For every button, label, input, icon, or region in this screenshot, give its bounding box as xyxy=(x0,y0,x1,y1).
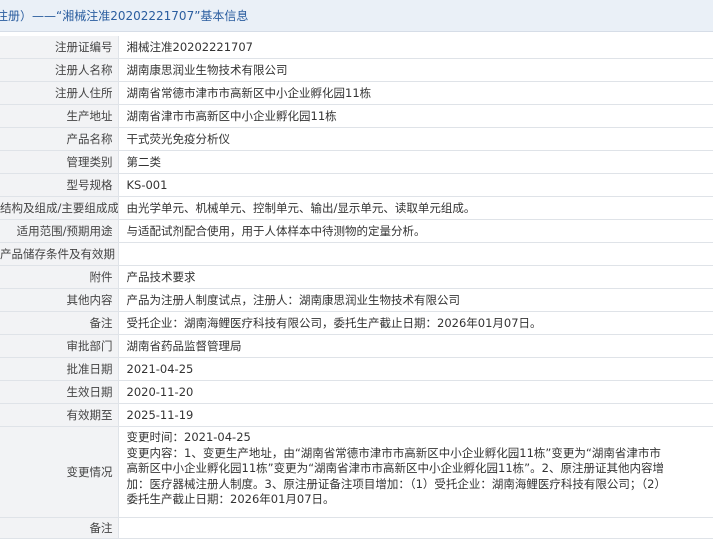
page-title: 注册）——“湘械注准20202221707”基本信息 xyxy=(0,9,249,23)
table-row: 注册人名称 湖南康思润业生物技术有限公司 xyxy=(0,58,713,82)
change-history-value: 变更时间：2021-04-25 变更内容：1、变更生产地址，由“湖南省常德市津市市… xyxy=(118,426,713,518)
row-value: 产品为注册人制度试点，注册人：湖南康思润业生物技术有限公司 xyxy=(118,288,713,312)
change-history-line: 变更内容：1、变更生产地址，由“湖南省常德市津市市高新区中小企业孵化园11栋”变… xyxy=(126,445,661,460)
table-row: 有效期至 2025-11-19 xyxy=(0,403,713,427)
row-value: 由光学单元、机械单元、控制单元、输出/显示单元、读取单元组成。 xyxy=(118,196,713,220)
table-row: 审批部门 湖南省药品监督管理局 xyxy=(0,334,713,358)
change-history-line: 加：医疗器械注册人制度。3、原注册证备注项目增加：（1）受托企业：湖南海鲤医疗科… xyxy=(126,476,666,491)
row-value: 第二类 xyxy=(118,150,713,174)
table-row: 备注 xyxy=(0,517,713,539)
row-label: 生产地址 xyxy=(0,104,119,128)
row-value: 干式荧光免疫分析仪 xyxy=(118,127,713,151)
row-value: 湖南康思润业生物技术有限公司 xyxy=(118,58,713,82)
table-row: 批准日期 2021-04-25 xyxy=(0,357,713,381)
table-row: 结构及组成/主要组成成分 由光学单元、机械单元、控制单元、输出/显示单元、读取单元… xyxy=(0,196,713,220)
registration-info-table: 注册证编号 湘械注准20202221707 注册人名称 湖南康思润业生物技术有限公司注… xyxy=(0,36,713,539)
change-history-line: 委托生产截止日期：2026年01月07日。 xyxy=(126,492,335,506)
table-row: 其他内容 产品为注册人制度试点，注册人：湖南康思润业生物技术有限公司 xyxy=(0,288,713,312)
table-row: 适用范围/预期用途 与适配试剂配合使用，用于人体样本中待测物的定量分析。 xyxy=(0,219,713,243)
row-label: 注册人名称 xyxy=(0,58,119,82)
row-label: 备注 xyxy=(0,311,119,335)
row-label: 产品储存条件及有效期 xyxy=(0,242,119,266)
row-value: 2025-11-19 xyxy=(118,403,713,427)
table-row: 产品储存条件及有效期 xyxy=(0,242,713,266)
row-value: 受托企业：湖南海鲤医疗科技有限公司，委托生产截止日期：2026年01月07日。 xyxy=(118,311,713,335)
row-label: 产品名称 xyxy=(0,127,119,151)
row-label: 注册证编号 xyxy=(0,36,119,59)
table-row: 型号规格 KS-001 xyxy=(0,173,713,197)
row-value xyxy=(118,517,713,539)
table-row: 备注 受托企业：湖南海鲤医疗科技有限公司，委托生产截止日期：2026年01月07日… xyxy=(0,311,713,335)
row-label: 附件 xyxy=(0,265,119,289)
row-value: 产品技术要求 xyxy=(118,265,713,289)
row-label: 注册人住所 xyxy=(0,81,119,105)
row-value: 湘械注准20202221707 xyxy=(118,36,713,59)
row-value: 2020-11-20 xyxy=(118,380,713,404)
change-history-row: 变更情况 变更时间：2021-04-25 变更内容：1、变更生产地址，由“湖南省常德… xyxy=(0,426,713,518)
row-label: 其他内容 xyxy=(0,288,119,312)
table-row: 注册人住所 湖南省常德市津市市高新区中小企业孵化园11栋 xyxy=(0,81,713,105)
row-value: 湖南省常德市津市市高新区中小企业孵化园11栋 xyxy=(118,81,713,105)
table-row: 产品名称 干式荧光免疫分析仪 xyxy=(0,127,713,151)
row-label: 备注 xyxy=(0,517,119,539)
row-label: 批准日期 xyxy=(0,357,119,381)
row-value xyxy=(118,242,713,266)
row-label: 生效日期 xyxy=(0,380,119,404)
row-label: 审批部门 xyxy=(0,334,119,358)
table-row: 生产地址 湖南省津市市高新区中小企业孵化园11栋 xyxy=(0,104,713,128)
row-value: KS-001 xyxy=(118,173,713,197)
change-history-line: 变更时间：2021-04-25 xyxy=(126,430,251,444)
row-label: 有效期至 xyxy=(0,403,119,427)
row-label: 型号规格 xyxy=(0,173,119,197)
row-label: 结构及组成/主要组成成分 xyxy=(0,196,119,220)
row-value: 2021-04-25 xyxy=(118,357,713,381)
change-history-line: 高新区中小企业孵化园11栋”变更为“湖南省津市市高新区中小企业孵化园11栋”。2… xyxy=(126,461,664,475)
table-row: 注册证编号 湘械注准20202221707 xyxy=(0,36,713,59)
table-row: 生效日期 2020-11-20 xyxy=(0,380,713,404)
row-value: 湖南省药品监督管理局 xyxy=(118,334,713,358)
row-label: 管理类别 xyxy=(0,150,119,174)
row-label: 适用范围/预期用途 xyxy=(0,219,119,243)
row-value: 湖南省津市市高新区中小企业孵化园11栋 xyxy=(118,104,713,128)
table-row: 附件 产品技术要求 xyxy=(0,265,713,289)
change-history-label: 变更情况 xyxy=(0,426,119,518)
row-value: 与适配试剂配合使用，用于人体样本中待测物的定量分析。 xyxy=(118,219,713,243)
page-header: 注册）——“湘械注准20202221707”基本信息 xyxy=(0,0,713,32)
table-row: 管理类别 第二类 xyxy=(0,150,713,174)
